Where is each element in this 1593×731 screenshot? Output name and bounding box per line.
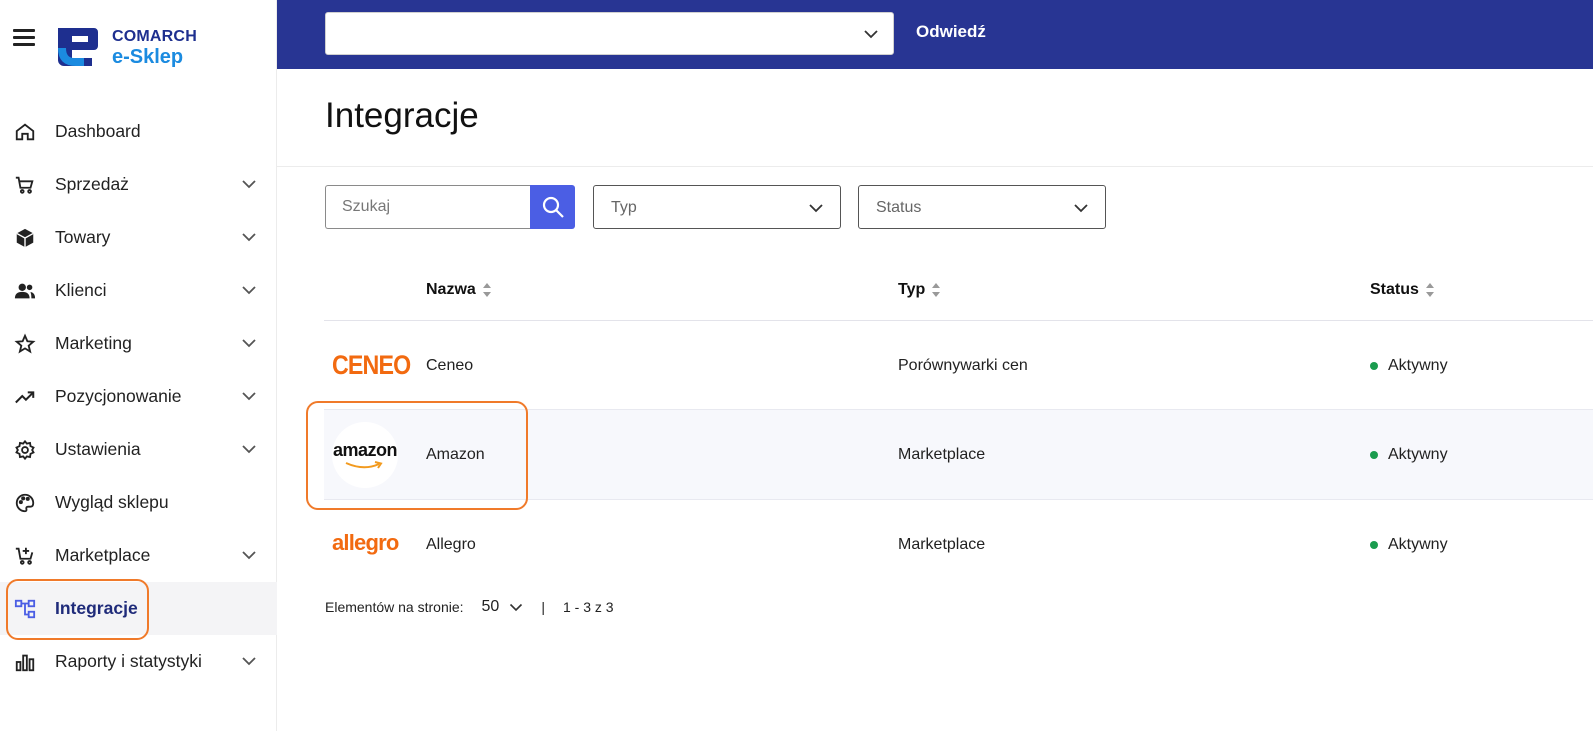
sidebar-item-marketing[interactable]: Marketing [0, 317, 277, 370]
gear-icon [15, 439, 35, 461]
chevron-down-icon[interactable] [241, 656, 257, 666]
integration-type: Marketplace [898, 446, 986, 463]
sidebar-item-label: Towary [55, 227, 111, 247]
page-title: Integracje [325, 96, 479, 135]
allegro-logo: allegro [332, 530, 399, 555]
status-badge: Aktywny [1388, 446, 1448, 463]
home-icon [15, 123, 35, 141]
top-bar: Odwiedź [277, 0, 1593, 69]
sidebar-item-pozycjonowanie[interactable]: Pozycjonowanie [0, 370, 277, 423]
search-input[interactable] [325, 185, 531, 229]
cart-icon [15, 176, 34, 194]
sidebar-item-wyglad-sklepu[interactable]: Wygląd sklepu [0, 476, 277, 529]
visit-shop-button[interactable]: Odwiedź [916, 22, 986, 42]
sidebar-item-integracje[interactable]: Integracje [0, 582, 277, 635]
amazon-logo: amazon [332, 422, 398, 488]
table-row[interactable]: allegro Allegro Marketplace Aktywny [324, 500, 1593, 589]
chevron-down-icon[interactable] [241, 179, 257, 189]
sidebar-item-label: Klienci [55, 280, 107, 300]
box-icon [16, 228, 34, 248]
cart-plus-icon [15, 547, 34, 565]
integration-name: Amazon [426, 446, 485, 463]
integration-type: Porównywarki cen [898, 357, 1028, 374]
amazon-smile-icon [345, 461, 383, 469]
sidebar-item-klienci[interactable]: Klienci [0, 264, 277, 317]
chevron-down-icon[interactable] [241, 338, 257, 348]
sidebar-nav: Dashboard Sprzedaż Towary Klienci Market… [0, 105, 277, 688]
sidebar-item-label: Marketplace [55, 545, 151, 565]
ceneo-logo: CENEO [332, 350, 411, 380]
sidebar-item-label: Pozycjonowanie [55, 386, 182, 406]
sidebar-item-label: Wygląd sklepu [55, 492, 169, 512]
sidebar-item-label: Dashboard [55, 121, 141, 141]
sort-icon [482, 283, 491, 297]
sidebar-item-dashboard[interactable]: Dashboard [0, 105, 277, 158]
chevron-down-icon [864, 30, 878, 39]
chevron-down-icon[interactable] [241, 232, 257, 242]
sidebar-item-label: Marketing [55, 333, 132, 353]
sidebar-item-label: Sprzedaż [55, 174, 129, 194]
search-button[interactable] [530, 185, 575, 229]
sidebar-item-marketplace[interactable]: Marketplace [0, 529, 277, 582]
brand-product: e-Sklep [112, 46, 184, 68]
status-dot-icon [1370, 451, 1378, 459]
brand-name: COMARCH [112, 28, 197, 45]
bar-chart-icon [15, 654, 35, 672]
palette-icon [15, 493, 35, 513]
chevron-down-icon[interactable] [241, 444, 257, 454]
sidebar-item-raporty[interactable]: Raporty i statystyki [0, 635, 277, 688]
users-icon [14, 283, 36, 299]
menu-toggle-icon[interactable] [13, 29, 35, 47]
divider [277, 166, 1593, 167]
sidebar-item-sprzedaz[interactable]: Sprzedaż [0, 158, 277, 211]
pagination-divider: | [541, 599, 545, 615]
type-filter-label: Typ [611, 199, 637, 216]
search-icon [542, 196, 564, 218]
sidebar-item-ustawienia[interactable]: Ustawienia [0, 423, 277, 476]
page-size-label: Elementów na stronie: [325, 599, 464, 615]
table-row[interactable]: amazon Amazon Marketplace Aktywny [324, 409, 1593, 500]
amazon-logo-text: amazon [332, 440, 398, 460]
sidebar-item-label: Raporty i statystyki [55, 651, 202, 671]
sidebar-item-label: Integracje [55, 598, 138, 618]
integration-name: Ceneo [426, 357, 474, 374]
sidebar-item-towary[interactable]: Towary [0, 211, 277, 264]
trending-icon [15, 391, 35, 404]
app-root: COMARCH e-Sklep Dashboard Sprzedaż Towar… [0, 0, 1593, 731]
status-dot-icon [1370, 362, 1378, 370]
status-filter-select[interactable]: Status [858, 185, 1106, 229]
chevron-down-icon[interactable] [509, 603, 523, 612]
column-header-name[interactable]: Nazwa [426, 281, 492, 299]
column-header-type[interactable]: Typ [898, 281, 941, 299]
sidebar-item-label: Ustawienia [55, 439, 141, 459]
pagination: Elementów na stronie: 50 | 1 - 3 z 3 [325, 598, 614, 616]
star-icon [14, 333, 36, 354]
comarch-logo-mark [58, 28, 98, 66]
integrations-icon [14, 599, 36, 619]
sort-icon [1425, 283, 1434, 297]
column-header-status[interactable]: Status [1370, 281, 1435, 299]
chevron-down-icon[interactable] [241, 391, 257, 401]
page-size-select[interactable]: 50 [482, 598, 500, 616]
pagination-range: 1 - 3 z 3 [562, 599, 614, 615]
status-filter-label: Status [876, 199, 922, 216]
status-badge: Aktywny [1388, 357, 1448, 374]
table-row[interactable]: CENEO Ceneo Porównywarki cen Aktywny [324, 321, 1593, 410]
column-header-label: Nazwa [426, 281, 476, 298]
type-filter-select[interactable]: Typ [593, 185, 841, 229]
sort-icon [932, 283, 941, 297]
shop-select[interactable] [325, 12, 894, 55]
sidebar: COMARCH e-Sklep Dashboard Sprzedaż Towar… [0, 0, 277, 731]
status-badge: Aktywny [1388, 536, 1448, 553]
integration-name: Allegro [426, 536, 476, 553]
status-dot-icon [1370, 541, 1378, 549]
chevron-down-icon [1074, 204, 1088, 213]
chevron-down-icon[interactable] [241, 285, 257, 295]
integration-type: Marketplace [898, 536, 986, 553]
chevron-down-icon[interactable] [241, 550, 257, 560]
column-header-label: Status [1370, 281, 1419, 298]
column-header-label: Typ [898, 281, 926, 298]
chevron-down-icon [809, 204, 823, 213]
brand-logo[interactable]: COMARCH e-Sklep [54, 24, 204, 70]
